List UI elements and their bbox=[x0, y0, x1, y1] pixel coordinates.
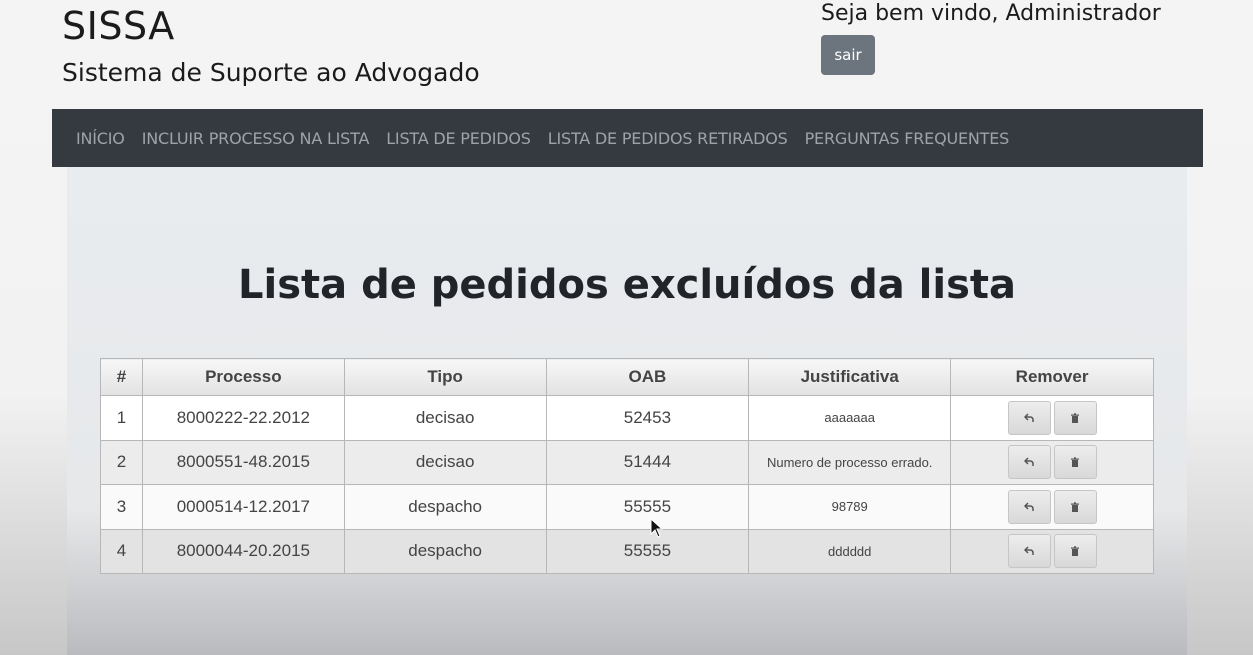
logout-button[interactable]: sair bbox=[821, 35, 875, 75]
row-number: 4 bbox=[100, 528, 143, 574]
welcome-message: Seja bem vindo, Administrador bbox=[821, 1, 1161, 26]
row-processo: 8000222-22.2012 bbox=[141, 395, 345, 441]
row-number: 1 bbox=[100, 395, 143, 441]
app-title: SISSA bbox=[62, 4, 175, 48]
undo-icon bbox=[1024, 457, 1034, 467]
row-actions bbox=[950, 395, 1154, 441]
row-tipo: despacho bbox=[343, 484, 547, 530]
row-number: 3 bbox=[100, 484, 143, 530]
nav-item-pedidos-retirados[interactable]: LISTA DE PEDIDOS RETIRADOS bbox=[548, 129, 788, 148]
main-content: Lista de pedidos excluídos da lista # Pr… bbox=[67, 167, 1187, 655]
page-title: Lista de pedidos excluídos da lista bbox=[238, 262, 1016, 308]
trash-icon bbox=[1071, 546, 1080, 557]
row-oab: 55555 bbox=[545, 484, 750, 530]
trash-icon bbox=[1071, 457, 1080, 468]
nav-item-perguntas-frequentes[interactable]: PERGUNTAS FREQUENTES bbox=[805, 129, 1010, 148]
undo-icon bbox=[1024, 413, 1034, 422]
table-row: 1 8000222-22.2012 decisao 52453 aaaaaaa bbox=[100, 395, 1154, 441]
row-justificativa: Numero de processo errado. bbox=[748, 439, 952, 485]
delete-button[interactable] bbox=[1053, 489, 1097, 524]
table-row: 3 0000514-12.2017 despacho 55555 98789 bbox=[100, 484, 1154, 530]
app-subtitle: Sistema de Suporte ao Advogado bbox=[62, 58, 480, 87]
nav-item-incluir-processo[interactable]: INCLUIR PROCESSO NA LISTA bbox=[142, 129, 370, 148]
row-actions bbox=[950, 484, 1154, 530]
row-justificativa: aaaaaaa bbox=[748, 395, 952, 441]
removed-requests-table: # Processo Tipo OAB Justificativa Remove… bbox=[100, 358, 1154, 574]
row-tipo: decisao bbox=[343, 395, 547, 441]
delete-button[interactable] bbox=[1053, 534, 1097, 569]
col-header-remover: Remover bbox=[950, 358, 1154, 396]
nav-item-lista-pedidos[interactable]: LISTA DE PEDIDOS bbox=[386, 129, 531, 148]
row-processo: 8000551-48.2015 bbox=[141, 439, 345, 485]
row-tipo: decisao bbox=[343, 439, 547, 485]
table-row: 2 8000551-48.2015 decisao 51444 Numero d… bbox=[100, 439, 1154, 485]
delete-button[interactable] bbox=[1053, 400, 1097, 435]
restore-button[interactable] bbox=[1007, 445, 1051, 480]
row-oab: 52453 bbox=[545, 395, 750, 441]
table-header-row: # Processo Tipo OAB Justificativa Remove… bbox=[100, 358, 1154, 396]
col-header-oab[interactable]: OAB bbox=[545, 358, 750, 396]
trash-icon bbox=[1071, 502, 1080, 512]
row-processo: 8000044-20.2015 bbox=[141, 528, 345, 574]
trash-icon bbox=[1071, 413, 1080, 423]
undo-icon bbox=[1024, 502, 1034, 511]
row-oab: 55555 bbox=[545, 528, 750, 574]
row-actions bbox=[950, 439, 1154, 485]
row-number: 2 bbox=[100, 439, 143, 485]
restore-button[interactable] bbox=[1007, 489, 1051, 524]
row-justificativa: dddddd bbox=[748, 528, 952, 574]
restore-button[interactable] bbox=[1007, 400, 1051, 435]
row-processo: 0000514-12.2017 bbox=[141, 484, 345, 530]
nav-item-inicio[interactable]: INÍCIO bbox=[76, 129, 125, 148]
col-header-justificativa[interactable]: Justificativa bbox=[748, 358, 952, 396]
row-oab: 51444 bbox=[545, 439, 750, 485]
table-row: 4 8000044-20.2015 despacho 55555 dddddd bbox=[100, 528, 1154, 574]
col-header-number: # bbox=[100, 358, 143, 396]
col-header-processo[interactable]: Processo bbox=[141, 358, 345, 396]
mouse-cursor-icon bbox=[650, 518, 664, 538]
restore-button[interactable] bbox=[1007, 534, 1051, 569]
row-actions bbox=[950, 528, 1154, 574]
delete-button[interactable] bbox=[1053, 445, 1097, 480]
undo-icon bbox=[1024, 546, 1034, 556]
row-tipo: despacho bbox=[343, 528, 547, 574]
row-justificativa: 98789 bbox=[748, 484, 952, 530]
col-header-tipo[interactable]: Tipo bbox=[343, 358, 547, 396]
main-navbar: INÍCIO INCLUIR PROCESSO NA LISTA LISTA D… bbox=[52, 109, 1203, 167]
